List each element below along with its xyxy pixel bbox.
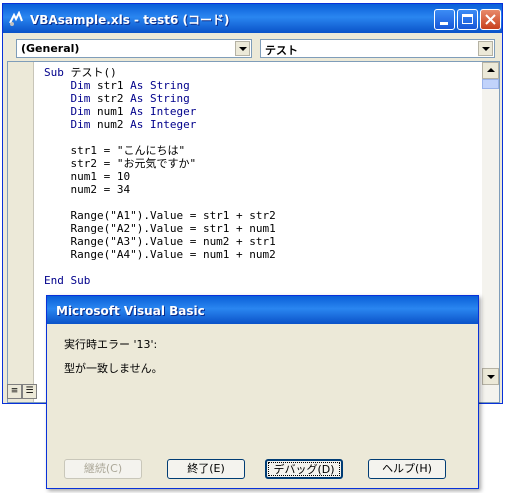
- end-button[interactable]: 終了(E): [167, 459, 245, 479]
- combo-toolbar: (General) テスト: [7, 37, 498, 59]
- help-button[interactable]: ヘルプ(H): [368, 459, 446, 479]
- error-dialog: Microsoft Visual Basic 実行時エラー '13': 型が一致…: [46, 295, 479, 489]
- minimize-button[interactable]: [434, 9, 455, 30]
- object-combo-value: (General): [21, 42, 80, 55]
- procedure-combo[interactable]: テスト: [260, 39, 495, 58]
- code-line: str1 = "こんにちは": [44, 144, 186, 157]
- code-line: Range("A1").Value = str1 + str2: [44, 209, 276, 222]
- close-button[interactable]: [480, 9, 501, 30]
- code-line: str2 = "お元気ですか": [44, 157, 197, 170]
- full-module-view-button[interactable]: ☰: [22, 384, 37, 399]
- code-line: End Sub: [44, 274, 91, 287]
- object-combo[interactable]: (General): [16, 39, 252, 58]
- minimize-icon: [440, 22, 448, 25]
- code-line: num1 = 10: [44, 170, 131, 183]
- code-text[interactable]: Sub テスト() Dim str1 As String Dim str2 As…: [44, 66, 276, 287]
- vba-project-icon: [9, 11, 23, 26]
- margin-indicator-bar[interactable]: [8, 62, 34, 402]
- procedure-view-button[interactable]: ≡: [7, 384, 22, 399]
- code-line: Dim str1 As String: [70, 79, 190, 92]
- close-icon: [485, 14, 496, 25]
- code-line: Dim str2 As String: [70, 92, 190, 105]
- continue-button[interactable]: 継続(C): [64, 459, 142, 479]
- code-line: Range("A4").Value = num1 + num2: [44, 248, 276, 261]
- window-titlebar[interactable]: VBAsample.xls - test6 (コード): [3, 4, 502, 33]
- code-line: Range("A2").Value = str1 + num1: [44, 222, 276, 235]
- code-line: Range("A3").Value = num2 + str1: [44, 235, 276, 248]
- code-line: num2 = 34: [44, 183, 131, 196]
- dialog-title: Microsoft Visual Basic: [56, 304, 205, 318]
- chevron-down-icon[interactable]: [478, 41, 493, 56]
- window-title: VBAsample.xls - test6 (コード): [30, 13, 230, 27]
- procedure-combo-value: テスト: [265, 44, 298, 57]
- view-toggle-group: ≡ ☰: [7, 384, 39, 400]
- code-line: Sub テスト(): [44, 66, 117, 79]
- error-message: 型が一致しません。: [64, 362, 163, 375]
- scroll-down-button[interactable]: [482, 368, 499, 385]
- maximize-icon: [462, 14, 473, 24]
- dialog-titlebar[interactable]: Microsoft Visual Basic: [47, 296, 478, 324]
- debug-button[interactable]: デバッグ(D): [265, 459, 343, 479]
- error-number: 実行時エラー '13':: [64, 338, 158, 351]
- scroll-up-button[interactable]: [482, 62, 499, 79]
- vertical-scrollbar[interactable]: [482, 62, 499, 402]
- chevron-down-icon[interactable]: [235, 41, 250, 56]
- maximize-button[interactable]: [457, 9, 478, 30]
- code-line: Dim num2 As Integer: [70, 118, 197, 131]
- scroll-thumb[interactable]: [482, 79, 499, 89]
- code-line: Dim num1 As Integer: [70, 105, 197, 118]
